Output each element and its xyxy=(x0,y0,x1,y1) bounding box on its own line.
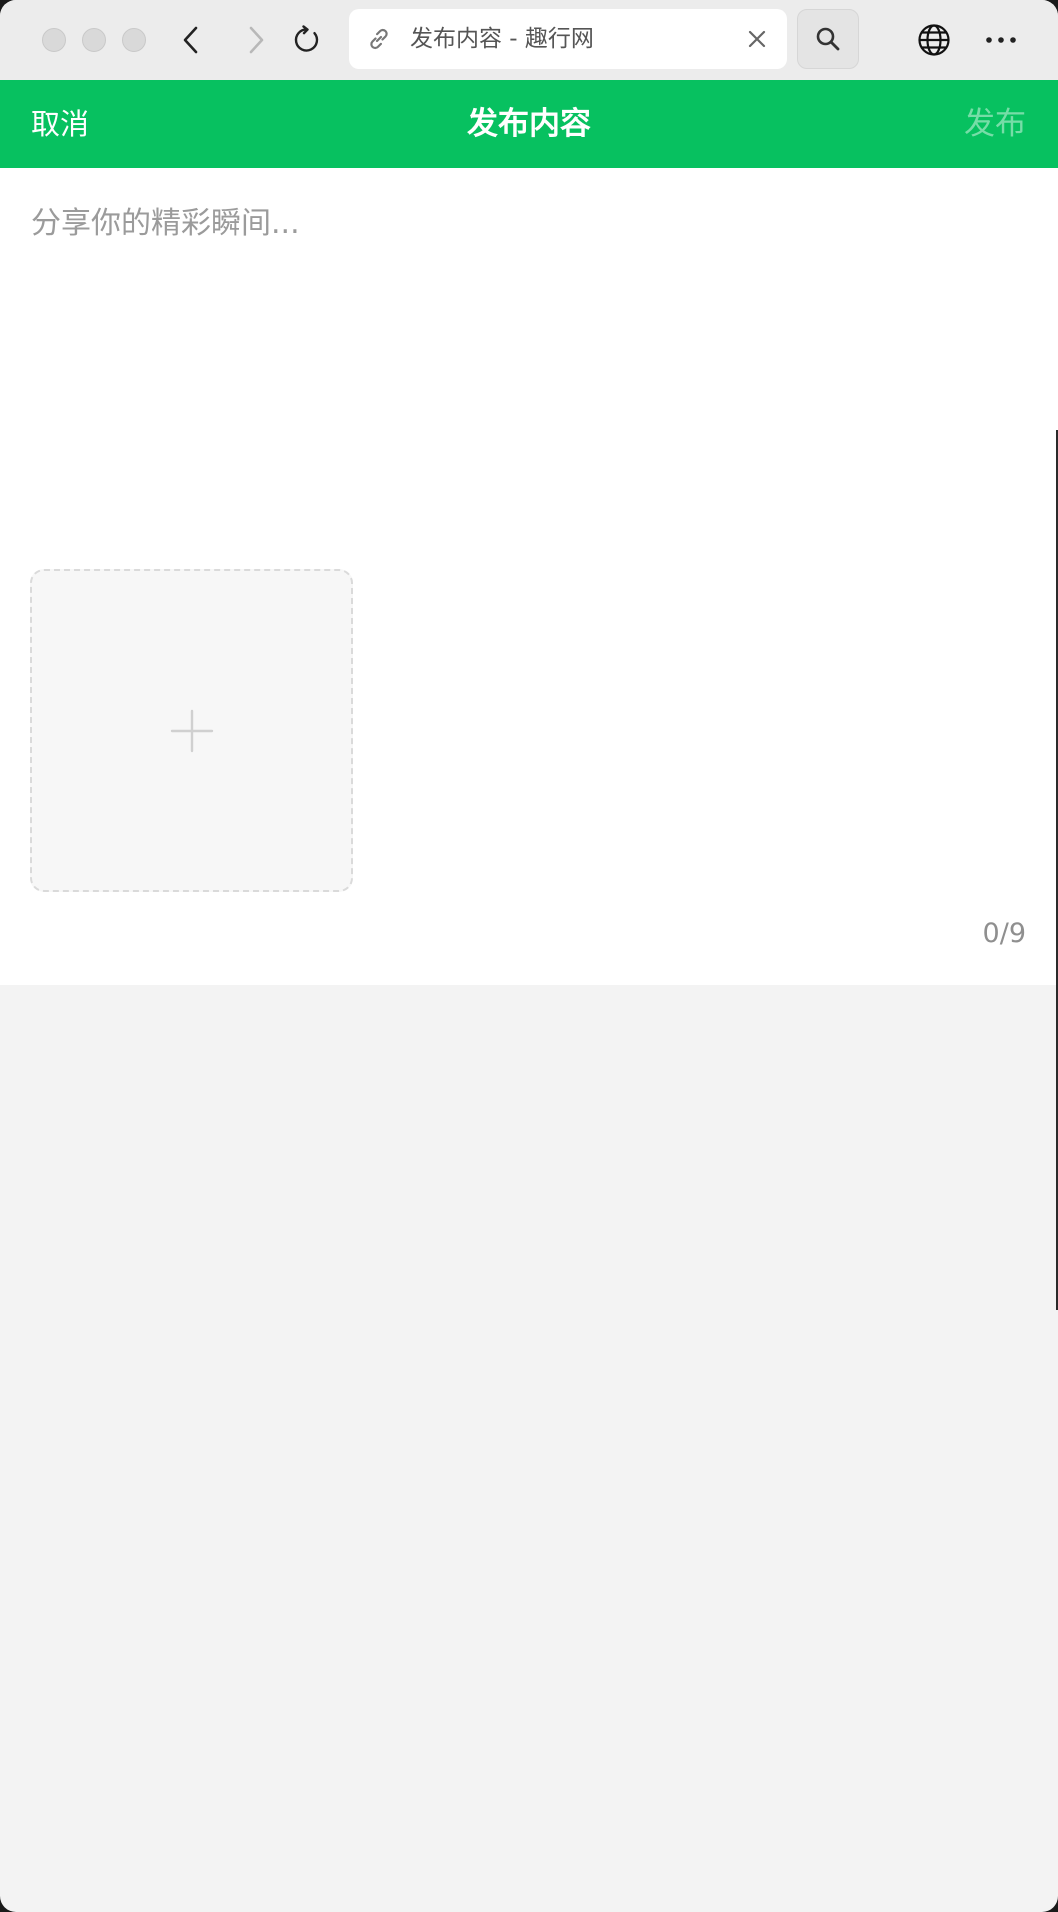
globe-icon xyxy=(918,24,950,56)
window-minimize-button[interactable] xyxy=(82,28,106,52)
language-button[interactable] xyxy=(914,20,954,60)
browser-toolbar: 发布内容 - 趣行网 xyxy=(0,0,1058,80)
more-icon xyxy=(986,37,1016,43)
add-image-button[interactable] xyxy=(30,569,353,892)
plus-icon xyxy=(170,709,214,753)
search-icon xyxy=(816,27,840,51)
reload-button[interactable] xyxy=(287,20,327,60)
cancel-button[interactable]: 取消 xyxy=(31,80,89,168)
browser-window: 发布内容 - 趣行网 发布内容 取消 发布 分享你的精彩瞬间... 0/9 xyxy=(0,0,1058,1912)
tab-title: 发布内容 - 趣行网 xyxy=(410,26,594,52)
compose-panel: 0/9 xyxy=(0,168,1058,985)
more-button[interactable] xyxy=(981,20,1021,60)
search-button[interactable] xyxy=(797,9,859,69)
back-button[interactable] xyxy=(171,20,211,60)
window-zoom-button[interactable] xyxy=(122,28,146,52)
page-title: 发布内容 xyxy=(467,106,591,142)
close-icon[interactable] xyxy=(743,25,771,53)
content-input[interactable] xyxy=(31,198,1027,558)
window-close-button[interactable] xyxy=(42,28,66,52)
publish-button[interactable]: 发布 xyxy=(964,80,1026,168)
app-header: 发布内容 取消 发布 xyxy=(0,80,1058,168)
chevron-left-icon xyxy=(183,26,198,54)
chevron-right-icon xyxy=(249,26,264,54)
address-bar[interactable]: 发布内容 - 趣行网 xyxy=(349,9,787,69)
forward-button[interactable] xyxy=(236,20,276,60)
reload-icon xyxy=(294,25,319,52)
link-icon xyxy=(370,28,388,50)
image-count: 0/9 xyxy=(982,918,1026,949)
